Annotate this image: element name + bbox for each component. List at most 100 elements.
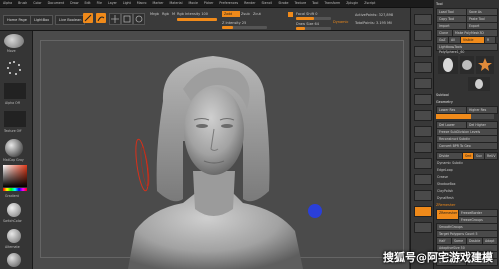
mrgb-toggle[interactable]: Mrgb [150,12,159,16]
strip-button-1[interactable] [414,14,432,25]
strip-button-11[interactable] [414,174,432,185]
shadowbox-header[interactable]: ShadowBox [434,181,456,187]
tool-thumbnail-star[interactable] [476,56,494,74]
star-thumbnail-icon [478,58,492,71]
strip-button-9[interactable] [414,142,432,153]
scale-icon [123,15,131,23]
strip-button-3[interactable] [414,46,432,57]
zremesher-button[interactable]: ZRemesher [436,209,460,220]
zremesher-header[interactable]: ZRemesher [434,202,455,208]
crease-header[interactable]: Crease [434,174,448,180]
color-picker[interactable] [3,165,27,187]
reuv-toggle[interactable]: ReUV [484,152,498,160]
menu-item-stencil[interactable]: Stencil [262,0,273,7]
menu-item-light[interactable]: Light [123,0,131,7]
live-boolean-button[interactable]: Live Boolean [55,15,86,25]
material-thumbnail[interactable] [5,139,23,157]
subtool-header[interactable]: Subtool [434,92,449,98]
strip-button-13[interactable] [414,206,432,217]
texture-label: Texture Off [4,129,22,133]
blue-marker [308,204,322,218]
menu-item-edit[interactable]: Edit [84,0,90,7]
menu-item-draw[interactable]: Draw [70,0,78,7]
home-page-button[interactable]: Home Page [3,15,31,25]
menu-item-movie[interactable]: Movie [188,0,197,7]
switch-color-label: SwitchColor [3,219,22,223]
convert-bpr-button[interactable]: Convert BPR To Geo [436,142,498,150]
menu-item-preferences[interactable]: Preferences [219,0,238,7]
menu-item-zscript[interactable]: Zscript [364,0,375,7]
lower-res-button[interactable]: Lower Res [436,106,468,114]
menu-item-render[interactable]: Render [244,0,255,7]
menu-item-transform[interactable]: Transform [324,0,340,7]
dynamic-toggle[interactable]: Dynamic [333,20,348,24]
dynamesh-header[interactable]: DynaMesh [434,195,454,201]
menu-item-zplugin[interactable]: Zplugin [346,0,358,7]
zadd-button[interactable]: Zadd [222,11,240,17]
draw-size-slider[interactable] [296,27,331,30]
menu-item-marker[interactable]: Marker [153,0,164,7]
sdiv-slider[interactable] [436,114,494,119]
rgb-toggle[interactable]: Rgb [162,12,169,16]
geometry-header[interactable]: Geometry [434,99,453,105]
strip-button-2[interactable] [414,30,432,41]
alpha-thumbnail[interactable] [4,83,26,99]
edit-mode-button[interactable] [83,13,93,23]
strip-button-4[interactable] [414,62,432,73]
edgeloop-header[interactable]: EdgeLoop [434,167,453,173]
menu-item-document[interactable]: Document [48,0,65,7]
menu-item-texture[interactable]: Texture [294,0,306,7]
claypolish-header[interactable]: ClayPolish [434,188,453,194]
hue-strip[interactable] [3,188,27,191]
higher-res-button[interactable]: Higher Res [466,106,498,114]
divide-button[interactable]: Divide [436,152,464,160]
zcut-button[interactable]: Zcut [253,12,261,16]
material-label: MatCap Gray [3,158,24,162]
rgb-intensity-slider[interactable] [177,18,217,21]
menu-item-stroke[interactable]: Stroke [278,0,288,7]
strip-button-8[interactable] [414,126,432,137]
tertiary-swatch[interactable] [7,253,21,267]
left-tray: Move Alpha Off Texture Off MatCap Gray G… [0,31,33,269]
dynamic-subdiv-header[interactable]: Dynamic Subdiv [434,160,463,166]
secondary-color-swatch[interactable] [7,229,21,243]
menu-item-tool[interactable]: Tool [312,0,318,7]
menu-item-color[interactable]: Color [33,0,41,7]
brush-thumbnail[interactable] [4,34,24,48]
strip-button-10[interactable] [414,158,432,169]
strip-button-5[interactable] [414,78,432,89]
menu-item-layer[interactable]: Layer [108,0,117,7]
focal-shift-label: Focal Shift 0 [296,12,318,16]
texture-thumbnail[interactable] [4,111,26,127]
tool-thumbnail-sphere[interactable] [460,56,474,74]
tool-thumbnail-head[interactable] [438,56,458,74]
strip-button-7[interactable] [414,110,432,121]
focal-shift-slider[interactable] [296,17,331,20]
main-color-swatch[interactable] [7,203,21,217]
rotate-icon [135,15,143,23]
rotate-mode-button[interactable] [133,13,145,25]
tool-thumbnail-small[interactable] [468,77,490,91]
menu-item-alpha[interactable]: Alpha [3,0,12,7]
tool-name-label: PolySphere1_60 [439,50,465,54]
strip-button-14[interactable] [414,222,432,233]
scale-mode-button[interactable] [121,13,133,25]
z-intensity-slider[interactable] [222,26,267,29]
sculpt-model[interactable] [33,31,409,269]
move-mode-button[interactable] [109,13,121,25]
lightbox-button[interactable]: LightBox [30,15,54,25]
m-toggle[interactable]: M [172,12,175,16]
menu-item-picker[interactable]: Picker [204,0,214,7]
z-intensity-label: Z Intensity 25 [222,21,247,25]
menu-item-brush[interactable]: Brush [18,0,27,7]
strip-button-6[interactable] [414,94,432,105]
zsub-button[interactable]: Zsub [241,12,250,16]
strip-button-12[interactable] [414,190,432,201]
menu-item-file[interactable]: File [97,0,102,7]
draw-mode-button[interactable] [96,13,106,23]
menu-item-material[interactable]: Material [170,0,183,7]
draw-icon [97,16,105,22]
stroke-thumbnail[interactable] [5,59,23,77]
brush-label: Move [7,49,16,53]
menu-item-macro[interactable]: Macro [137,0,147,7]
